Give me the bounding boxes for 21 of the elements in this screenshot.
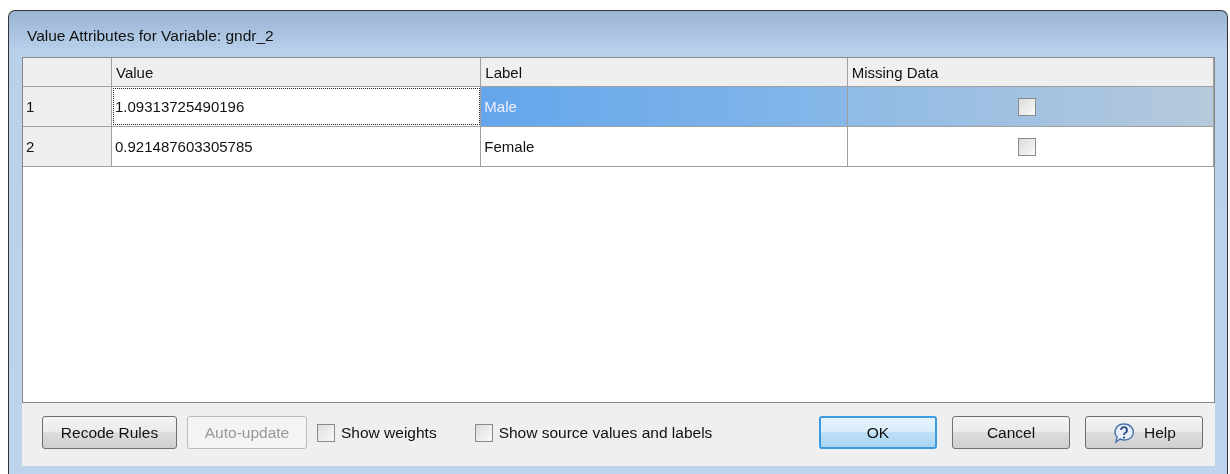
table-cell[interactable]: Female bbox=[481, 127, 848, 166]
checkbox[interactable] bbox=[474, 423, 493, 442]
checkbox-label[interactable]: Show weights bbox=[341, 423, 437, 442]
dialog-button[interactable]: Cancel bbox=[952, 416, 1070, 449]
checkbox[interactable] bbox=[1018, 97, 1037, 116]
window-title: Value Attributes for Variable: gndr_2 bbox=[26, 26, 275, 46]
checkbox[interactable] bbox=[1018, 137, 1037, 156]
checkbox[interactable] bbox=[317, 423, 335, 442]
action-button[interactable]: Recode Rules bbox=[42, 416, 177, 449]
row-header[interactable]: 2 bbox=[23, 127, 112, 166]
table-cell[interactable] bbox=[847, 87, 1214, 126]
checkbox-label[interactable]: Show source values and labels bbox=[498, 423, 713, 442]
dialog-button[interactable]: OK bbox=[819, 416, 937, 449]
help-icon bbox=[1112, 421, 1137, 444]
column-header[interactable]: Missing Data bbox=[847, 58, 1214, 86]
row-header[interactable]: 1 bbox=[23, 87, 112, 126]
table-cell[interactable]: 1.09313725490196 bbox=[112, 87, 482, 126]
column-header[interactable]: Value bbox=[112, 58, 482, 86]
dialog-button[interactable]: Help bbox=[1085, 416, 1203, 449]
column-header[interactable]: Label bbox=[481, 58, 848, 86]
table-cell[interactable]: 0.921487603305785 bbox=[112, 127, 482, 166]
